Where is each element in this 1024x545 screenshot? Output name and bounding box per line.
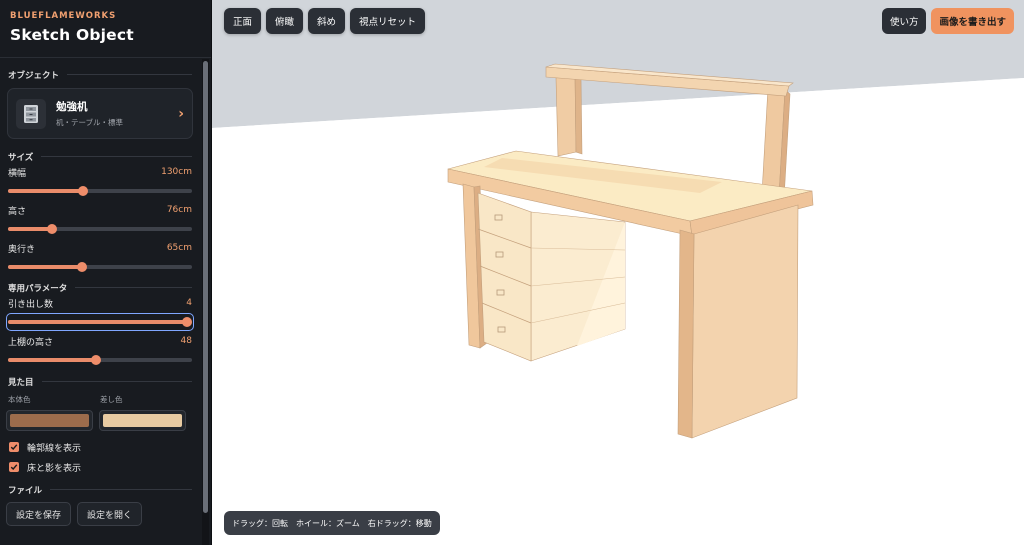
file-buttons: 設定を保存 設定を開く xyxy=(0,502,200,526)
top-right-actions: 使い方 画像を書き出す xyxy=(881,8,1014,34)
accent-color-label: 差し色 xyxy=(100,395,123,404)
depth-label: 奥行き xyxy=(8,244,36,255)
show-floor-checkbox[interactable] xyxy=(9,462,19,472)
width-slider[interactable] xyxy=(8,184,192,198)
accent-color-swatch xyxy=(103,414,182,427)
param-height: 高さ 76cm xyxy=(0,204,200,236)
show-floor-label: 床と影を表示 xyxy=(27,463,82,474)
scrollbar-thumb[interactable] xyxy=(203,61,208,513)
section-divider xyxy=(75,287,192,288)
width-value: 130cm xyxy=(161,167,192,177)
section-divider xyxy=(41,381,192,382)
object-text: 勉強机 机・テーブル・標準 xyxy=(56,99,178,128)
app-title: Sketch Object xyxy=(10,26,134,44)
sidebar-scroll-area: オブジェクト 勉強机 机・テーブル・標準 › サイズ 横幅 130cm 高さ 7… xyxy=(0,59,200,545)
oblique-view-button[interactable]: 斜め xyxy=(308,8,346,34)
brand-tag: BLUEFLAMEWORKS xyxy=(10,11,117,21)
reset-view-button[interactable]: 視点リセット xyxy=(350,8,426,34)
section-size-label: サイズ xyxy=(8,152,34,163)
shelf-height-label: 上棚の高さ xyxy=(8,337,54,348)
section-appearance-label: 見た目 xyxy=(8,377,34,388)
viewport-canvas[interactable]: 正面 俯瞰 斜め 視点リセット 使い方 画像を書き出す ドラッグ：回転 ホイール… xyxy=(212,0,1024,545)
depth-slider[interactable] xyxy=(8,260,192,274)
checkmark-icon xyxy=(10,464,18,471)
height-slider-handle[interactable] xyxy=(47,224,58,234)
open-settings-button[interactable]: 設定を開く xyxy=(77,502,143,526)
show-outline-toggle[interactable]: 輪郭線を表示 xyxy=(0,440,200,454)
height-label: 高さ xyxy=(8,206,27,217)
section-object: オブジェクト xyxy=(0,69,200,81)
param-width: 横幅 130cm xyxy=(0,166,200,198)
depth-slider-handle[interactable] xyxy=(76,262,87,272)
desk-3d-scene xyxy=(212,0,1024,545)
width-slider-handle[interactable] xyxy=(78,186,89,196)
desk-side-panel xyxy=(691,204,799,439)
section-file: ファイル xyxy=(0,484,200,496)
shelf-post-left xyxy=(555,73,577,157)
object-name: 勉強机 xyxy=(56,101,88,113)
drawers-slider[interactable] xyxy=(6,313,194,331)
export-image-button[interactable]: 画像を書き出す xyxy=(931,8,1014,34)
shelf-height-value: 48 xyxy=(180,336,192,346)
drawer-cabinet-icon xyxy=(16,98,46,129)
top-view-button[interactable]: 俯瞰 xyxy=(266,8,304,34)
checkmark-icon xyxy=(10,444,18,451)
sidebar: BLUEFLAMEWORKS Sketch Object オブジェクト 勉強机 xyxy=(0,0,212,545)
drawers-slider-handle[interactable] xyxy=(182,317,192,327)
section-divider xyxy=(41,156,192,157)
show-floor-toggle[interactable]: 床と影を表示 xyxy=(0,460,200,474)
accent-color-picker[interactable] xyxy=(99,410,186,431)
shelf-height-slider-handle[interactable] xyxy=(91,355,102,365)
section-params: 専用パラメータ xyxy=(0,282,200,294)
controls-hint: ドラッグ：回転 ホイール：ズーム 右ドラッグ：移動 xyxy=(224,511,440,535)
show-outline-label: 輪郭線を表示 xyxy=(27,443,82,454)
view-controls: 正面 俯瞰 斜め 視点リセット xyxy=(224,8,426,34)
show-outline-checkbox[interactable] xyxy=(9,442,19,452)
section-appearance: 見た目 xyxy=(0,376,200,388)
drawers-value: 4 xyxy=(186,298,192,308)
body-color-picker[interactable] xyxy=(6,410,93,431)
section-object-label: オブジェクト xyxy=(8,70,60,81)
section-divider xyxy=(67,74,192,75)
sidebar-scrollbar[interactable] xyxy=(202,59,209,545)
section-file-label: ファイル xyxy=(8,485,43,496)
param-depth: 奥行き 65cm xyxy=(0,242,200,274)
object-tags: 机・テーブル・標準 xyxy=(56,118,124,127)
color-labels: 本体色 差し色 xyxy=(0,394,200,405)
width-label: 横幅 xyxy=(8,168,27,179)
section-size: サイズ xyxy=(0,151,200,163)
chevron-right-icon: › xyxy=(178,105,184,122)
front-view-button[interactable]: 正面 xyxy=(224,8,262,34)
help-button[interactable]: 使い方 xyxy=(881,8,927,34)
body-color-label: 本体色 xyxy=(8,395,31,404)
brand-header: BLUEFLAMEWORKS Sketch Object xyxy=(0,0,211,58)
shelf-height-slider[interactable] xyxy=(8,353,192,367)
section-params-label: 専用パラメータ xyxy=(8,283,68,294)
drawers-label: 引き出し数 xyxy=(8,299,54,310)
param-shelf-height: 上棚の高さ 48 xyxy=(0,335,200,367)
height-slider[interactable] xyxy=(8,222,192,236)
color-swatches xyxy=(0,410,200,431)
save-settings-button[interactable]: 設定を保存 xyxy=(6,502,72,526)
drawer-unit-front xyxy=(477,192,532,362)
body-color-swatch xyxy=(10,414,89,427)
object-selector[interactable]: 勉強机 机・テーブル・標準 › xyxy=(7,88,193,139)
height-value: 76cm xyxy=(166,205,192,215)
param-drawers: 引き出し数 4 xyxy=(0,297,200,331)
section-divider xyxy=(50,489,192,490)
depth-value: 65cm xyxy=(166,243,192,253)
